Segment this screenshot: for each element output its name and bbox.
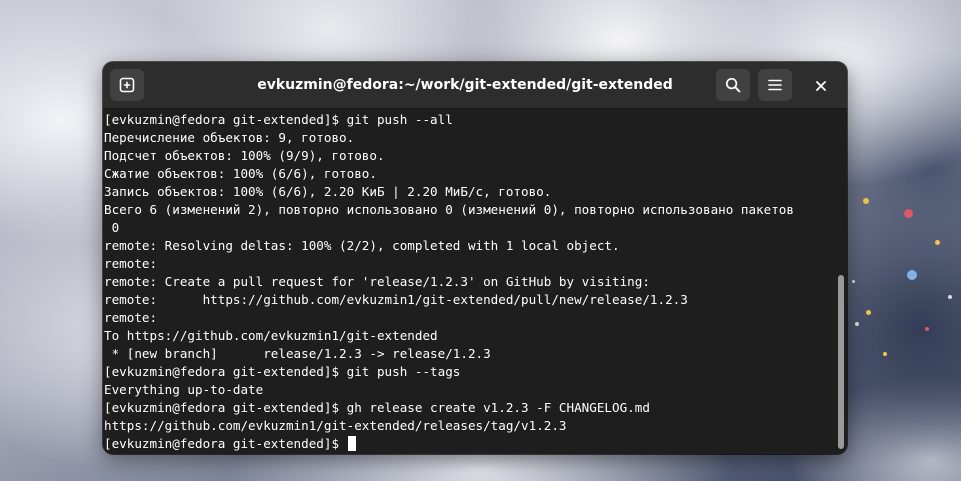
new-tab-button[interactable] (110, 69, 144, 101)
hamburger-menu-icon (767, 77, 783, 93)
terminal-line: * [new branch] release/1.2.3 -> release/… (104, 346, 491, 361)
terminal-line: [evkuzmin@fedora git-extended]$ git push… (104, 112, 453, 127)
window-title: evkuzmin@fedora:~/work/git-extended/git-… (257, 77, 673, 93)
header-bar: evkuzmin@fedora:~/work/git-extended/git-… (103, 62, 847, 109)
wallpaper-star (904, 209, 913, 218)
wallpaper-star (948, 295, 952, 299)
text-cursor (347, 436, 356, 451)
terminal-line: Всего 6 (изменений 2), повторно использо… (104, 202, 794, 217)
terminal-line: remote: (104, 310, 158, 325)
close-icon (816, 76, 826, 95)
close-button[interactable] (809, 73, 833, 97)
terminal-line: remote: Resolving deltas: 100% (2/2), co… (104, 238, 620, 253)
new-tab-icon (119, 77, 135, 93)
terminal-line: 0 (104, 220, 120, 235)
wallpaper-star (866, 310, 871, 315)
wallpaper-star (855, 322, 859, 326)
terminal-line: [evkuzmin@fedora git-extended]$ git push… (104, 364, 461, 379)
scrollbar[interactable] (835, 109, 847, 454)
terminal-line: remote: Create a pull request for 'relea… (104, 274, 650, 289)
wallpaper-star (907, 270, 917, 280)
terminal-line: Перечисление объектов: 9, готово. (104, 130, 355, 145)
terminal-line: To https://github.com/evkuzmin1/git-exte… (104, 328, 438, 343)
wallpaper-star (852, 280, 855, 283)
terminal-line: [evkuzmin@fedora git-extended]$ gh relea… (104, 400, 650, 415)
wallpaper-star (935, 240, 940, 245)
terminal-window: evkuzmin@fedora:~/work/git-extended/git-… (103, 62, 847, 454)
terminal-line: Запись объектов: 100% (6/6), 2.20 КиБ | … (104, 184, 552, 199)
terminal-line: Подсчет объектов: 100% (9/9), готово. (104, 148, 385, 163)
search-button[interactable] (716, 69, 750, 101)
terminal-line: Everything up-to-date (104, 382, 264, 397)
main-menu-button[interactable] (758, 69, 792, 101)
wallpaper-star (863, 198, 869, 204)
scrollbar-thumb[interactable] (838, 275, 844, 449)
terminal-line: remote: https://github.com/evkuzmin1/git… (104, 292, 688, 307)
terminal-output[interactable]: [evkuzmin@fedora git-extended]$ git push… (103, 109, 847, 454)
terminal-line: https://github.com/evkuzmin1/git-extende… (104, 418, 567, 433)
search-icon (725, 77, 741, 93)
terminal-prompt-line[interactable]: [evkuzmin@fedora git-extended]$ (104, 435, 847, 453)
terminal-line: remote: (104, 256, 158, 271)
shell-prompt: [evkuzmin@fedora git-extended]$ (104, 436, 347, 451)
wallpaper-star (925, 327, 929, 331)
wallpaper-star (883, 352, 887, 356)
terminal-line: Сжатие объектов: 100% (6/6), готово. (104, 166, 377, 181)
